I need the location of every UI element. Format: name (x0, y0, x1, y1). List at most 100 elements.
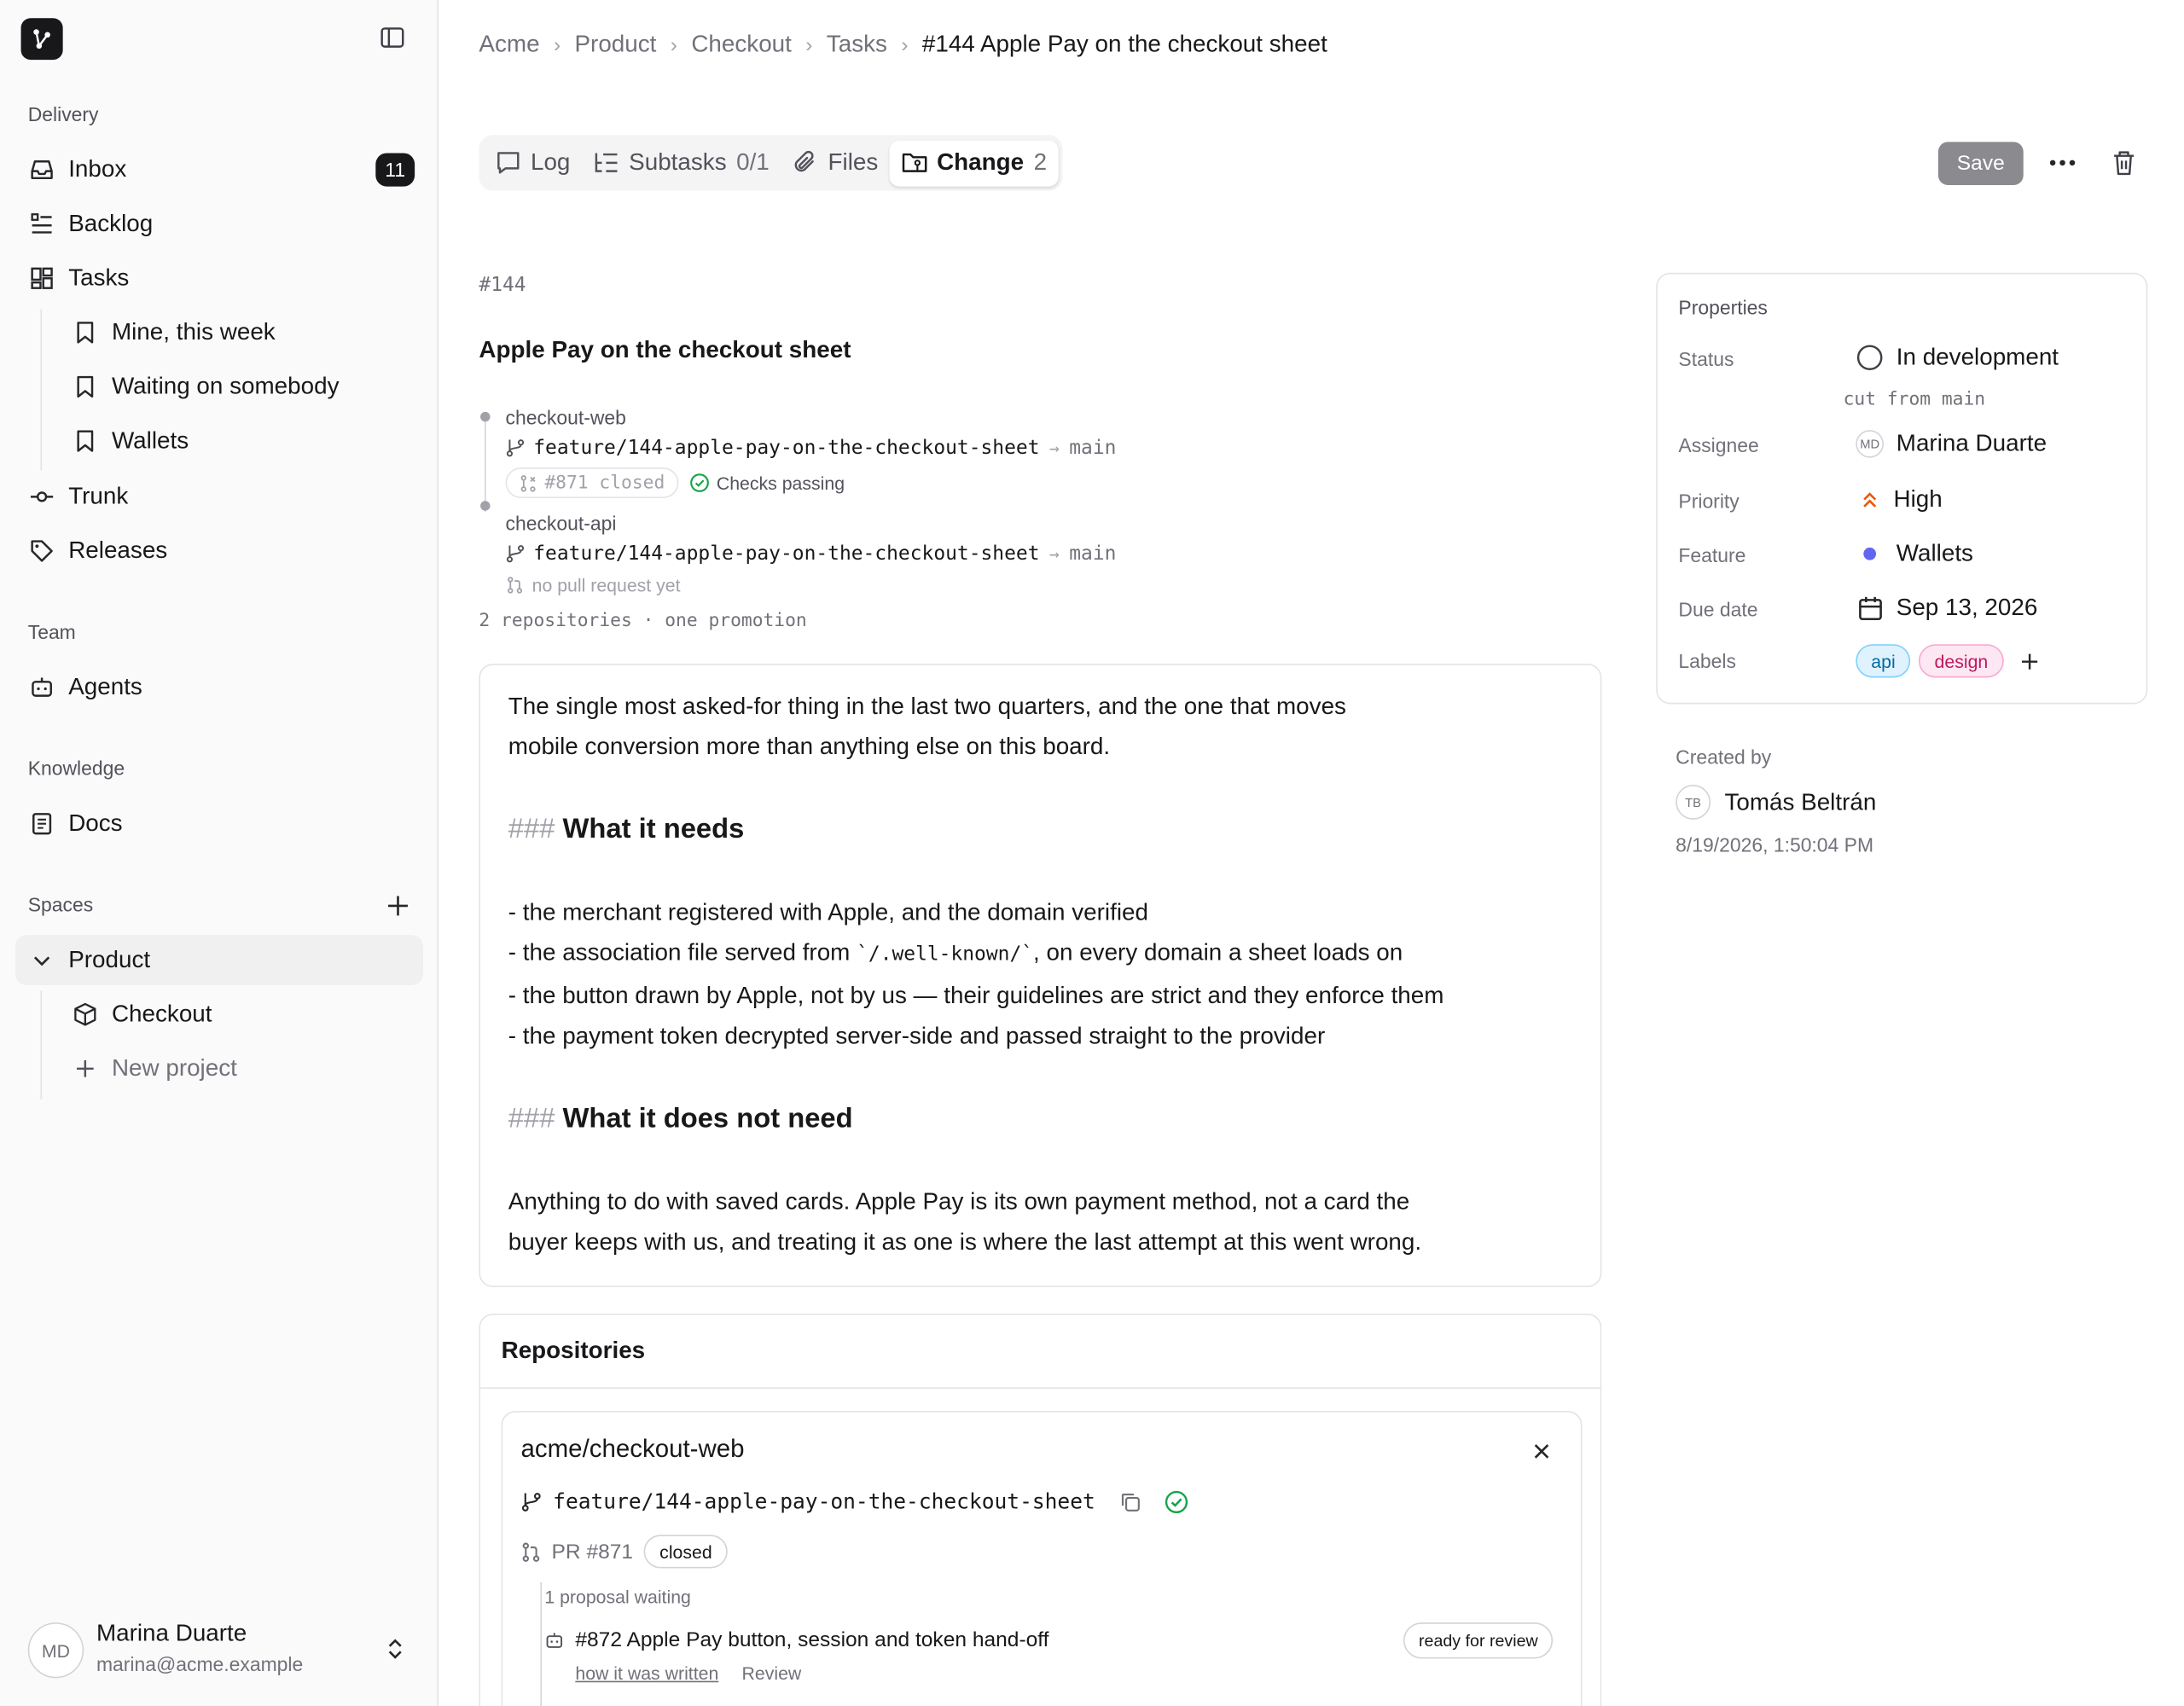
properties-title: Properties (1678, 296, 1768, 319)
breadcrumb-product[interactable]: Product (574, 31, 656, 59)
status-value: In development (1896, 343, 2059, 370)
repositories-panel: Repositories acme/checkout-web feature/1… (479, 1313, 1602, 1706)
sidebar-item-wallets[interactable]: Wallets (15, 416, 423, 467)
description-paragraph: Anything to do with saved cards. Apple P… (508, 1188, 1410, 1216)
branch-name: feature/144-apple-pay-on-the-checkout-sh… (533, 543, 1040, 566)
creator: TB Tomás Beltrán (1676, 785, 1876, 820)
description-heading: ### What it needs (508, 809, 1572, 850)
document-icon (28, 809, 56, 838)
breadcrumb: Acme › Product › Checkout › Tasks › #144 App… (479, 31, 1327, 59)
logo-icon (33, 29, 50, 49)
priority-field[interactable]: High (1856, 485, 1943, 514)
task-description[interactable]: The single most asked-for thing in the l… (479, 664, 1602, 1287)
git-branch-icon (521, 1492, 541, 1512)
backlog-icon (28, 210, 56, 238)
sidebar: Delivery Inbox 11 Backlog Tasks Mine, th… (0, 0, 439, 1706)
review-link[interactable]: Review (741, 1662, 801, 1683)
sidebar-item-tasks[interactable]: Tasks (15, 253, 423, 304)
heading-text: What it does not need (562, 1103, 853, 1134)
tab-log[interactable]: Log (483, 140, 581, 186)
section-knowledge: Knowledge (27, 757, 125, 780)
message-icon (494, 149, 522, 177)
due-date-field[interactable]: Sep 13, 2026 (1856, 595, 2037, 623)
task-title[interactable]: Apple Pay on the checkout sheet (479, 337, 851, 365)
pull-request-closed-icon (520, 474, 536, 491)
arrow-right-icon: → (1048, 543, 1060, 564)
sidebar-item-new-project[interactable]: New project (15, 1043, 423, 1094)
description-list-item: - the payment token decrypted server-sid… (508, 1023, 1326, 1050)
repository-name[interactable]: acme/checkout-web (521, 1435, 745, 1464)
sidebar-item-docs[interactable]: Docs (15, 798, 423, 849)
due-date-value: Sep 13, 2026 (1896, 594, 2038, 621)
sidebar-item-mine-this-week[interactable]: Mine, this week (15, 308, 423, 358)
sidebar-item-label: Agents (68, 673, 142, 700)
sidebar-item-backlog[interactable]: Backlog (15, 199, 423, 249)
sidebar-item-checkout[interactable]: Checkout (15, 989, 423, 1040)
breadcrumb-current: #144 Apple Pay on the checkout sheet (921, 30, 1327, 57)
sidebar-item-label: New project (111, 1054, 237, 1082)
label-api[interactable]: api (1856, 644, 1911, 678)
tab-change[interactable]: Change 2 (889, 139, 1059, 186)
no-pr-note: no pull request yet (506, 575, 681, 595)
copy-branch-button[interactable] (1120, 1491, 1141, 1512)
sidebar-item-releases[interactable]: Releases (15, 526, 423, 577)
sidebar-item-inbox[interactable]: Inbox 11 (15, 145, 423, 195)
grid-icon (28, 264, 56, 293)
tab-count: 2 (1033, 148, 1048, 176)
how-it-was-written-link[interactable]: how it was written (575, 1662, 718, 1683)
save-button[interactable]: Save (1937, 142, 2024, 185)
description-list-item: - the merchant registered with Apple, an… (508, 898, 1148, 926)
tab-files[interactable]: Files (781, 140, 890, 186)
arrow-right-icon: → (1048, 438, 1060, 458)
avatar: MD (27, 1622, 84, 1679)
assignee-field[interactable]: MD Marina Duarte (1856, 430, 2047, 458)
check-circle-icon (690, 473, 710, 492)
created-by: Created by TB Tomás Beltrán 8/19/2026, 1… (1676, 746, 1876, 856)
description-paragraph: mobile conversion more than anything els… (508, 733, 1111, 760)
user-menu[interactable]: MD Marina Duarte marina@acme.example (27, 1620, 419, 1684)
proposal-links: how it was written Review (575, 1662, 801, 1683)
pull-request-icon (508, 577, 523, 594)
add-space-button[interactable] (386, 893, 410, 918)
sidebar-item-product[interactable]: Product (15, 935, 423, 985)
heading-marker: ### (508, 1103, 555, 1134)
breadcrumb-tasks[interactable]: Tasks (827, 31, 887, 59)
proposal-title: #872 Apple Pay button, session and token… (575, 1628, 1049, 1652)
sidebar-item-trunk[interactable]: Trunk (15, 472, 423, 522)
feature-field[interactable]: Wallets (1856, 540, 1973, 568)
inbox-count-badge: 11 (375, 153, 415, 187)
remove-repository-button[interactable] (1531, 1440, 1553, 1462)
tab-subtasks[interactable]: Subtasks 0/1 (582, 140, 781, 186)
sidebar-item-waiting[interactable]: Waiting on somebody (15, 362, 423, 412)
properties-panel: Properties Status In development cut fro… (1656, 272, 2148, 705)
plus-icon (71, 1055, 99, 1083)
pr-link[interactable]: PR #871 (552, 1540, 634, 1564)
breadcrumb-acme[interactable]: Acme (479, 31, 539, 59)
folder-git-icon (901, 149, 929, 177)
add-label-button[interactable] (2018, 648, 2042, 673)
sidebar-item-agents[interactable]: Agents (15, 662, 423, 712)
list-text: - the association file served from (508, 939, 857, 966)
more-options-button[interactable] (2048, 148, 2078, 178)
tab-count: 0/1 (736, 148, 770, 176)
copy-icon (1122, 1493, 1141, 1512)
status-field[interactable]: In development (1856, 344, 2059, 372)
label-design[interactable]: design (1919, 644, 2004, 678)
commit-icon (28, 483, 56, 511)
breadcrumb-checkout[interactable]: Checkout (691, 31, 792, 59)
inline-code: `/.well-known/` (857, 943, 1034, 966)
description-paragraph: The single most asked-for thing in the l… (508, 693, 1346, 720)
sidebar-item-label: Checkout (111, 1000, 212, 1027)
delete-button[interactable] (2109, 148, 2140, 178)
feature-label: Feature (1678, 543, 1746, 566)
sidebar-toggle-button[interactable] (377, 22, 408, 53)
app-logo[interactable] (20, 18, 63, 61)
tag-icon (28, 537, 56, 566)
pr-pill[interactable]: #871 closed (505, 467, 679, 499)
feature-value: Wallets (1896, 539, 1973, 566)
description-heading: ### What it does not need (508, 1100, 1572, 1140)
target-branch: main (1069, 543, 1117, 566)
proposal-item[interactable]: #872 Apple Pay button, session and token… (544, 1628, 1049, 1652)
paperclip-icon (792, 149, 820, 177)
status-label: Status (1678, 347, 1734, 370)
